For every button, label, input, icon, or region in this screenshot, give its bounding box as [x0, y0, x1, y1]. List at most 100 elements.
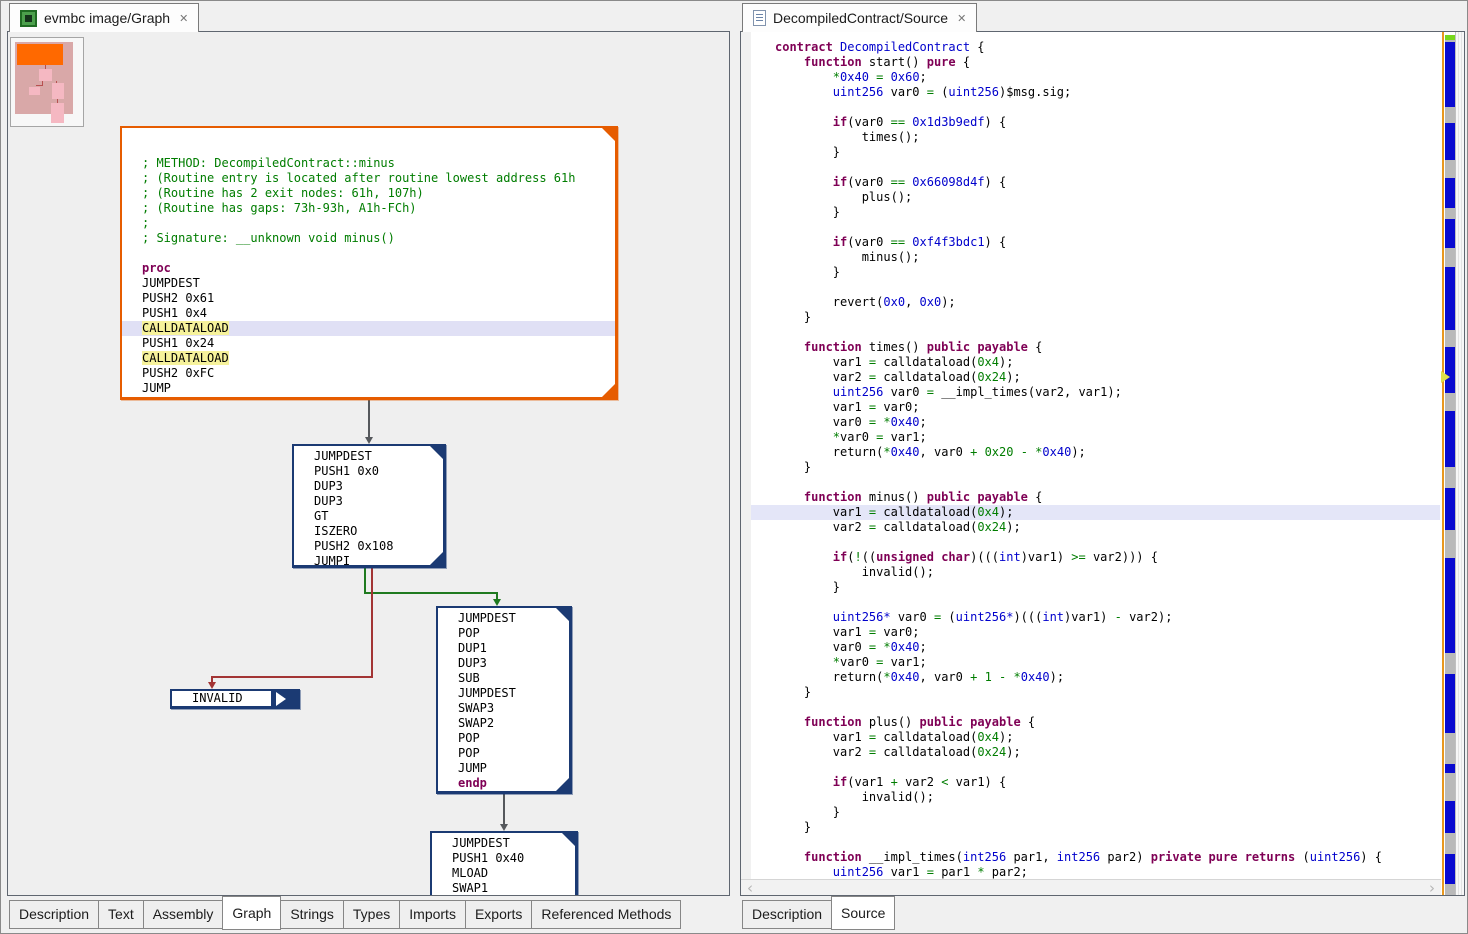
code-line[interactable]: if(var0 == 0xf4f3bdc1) {: [751, 235, 1440, 250]
overview-ruler[interactable]: [1441, 32, 1456, 895]
graph-minimap[interactable]: [10, 37, 84, 127]
code-line[interactable]: uint256 var0 = __impl_times(var2, var1);: [751, 385, 1440, 400]
code-line[interactable]: function times() public payable {: [751, 340, 1440, 355]
tab-graph-view[interactable]: evmbc image/Graph ✕: [9, 3, 199, 32]
graph-block-line: [122, 246, 615, 261]
code-line[interactable]: [751, 475, 1440, 490]
tab-source-view[interactable]: DecompiledContract/Source ✕: [742, 3, 977, 32]
code-line[interactable]: [751, 760, 1440, 775]
code-line[interactable]: [751, 220, 1440, 235]
code-line[interactable]: }: [751, 460, 1440, 475]
code-line[interactable]: var2 = calldataload(0x24);: [751, 745, 1440, 760]
code-line[interactable]: [751, 595, 1440, 610]
graph-block-ret[interactable]: JUMPDESTPUSH1 0x40MLOADSWAP1DUP2: [430, 831, 578, 896]
bottom-tab-types[interactable]: Types: [343, 900, 400, 929]
code-line[interactable]: return(*0x40, var0 + 1 - *0x40);: [751, 670, 1440, 685]
code-line[interactable]: return(*0x40, var0 + 0x20 - *0x40);: [751, 445, 1440, 460]
bottom-tab-description[interactable]: Description: [742, 900, 832, 929]
graph-block-sub[interactable]: JUMPDESTPOPDUP1DUP3SUBJUMPDESTSWAP3SWAP2…: [436, 606, 572, 794]
vertical-scrollbar[interactable]: [1455, 32, 1464, 895]
code-line[interactable]: function plus() public payable {: [751, 715, 1440, 730]
code-line[interactable]: invalid();: [751, 565, 1440, 580]
graph-block-cmp[interactable]: JUMPDESTPUSH1 0x0DUP3DUP3GTISZEROPUSH2 0…: [292, 444, 446, 568]
code-line[interactable]: if(var0 == 0x1d3b9edf) {: [751, 115, 1440, 130]
code-line[interactable]: }: [751, 145, 1440, 160]
code-line[interactable]: if(!((unsigned char)(((int)var1) >= var2…: [751, 550, 1440, 565]
code-line[interactable]: var1 = var0;: [751, 625, 1440, 640]
code-line[interactable]: contract DecompiledContract {: [751, 40, 1440, 55]
code-line[interactable]: function __impl_times(int256 par1, int25…: [751, 850, 1440, 865]
code-line[interactable]: [751, 160, 1440, 175]
minimap-shape: [36, 85, 43, 86]
graph-canvas[interactable]: ; METHOD: DecompiledContract::minus; (Ro…: [8, 32, 729, 895]
bottom-tab-source[interactable]: Source: [831, 896, 895, 930]
code-line[interactable]: var1 = calldataload(0x4);: [751, 355, 1440, 370]
code-line[interactable]: if(var1 + var2 < var1) {: [751, 775, 1440, 790]
code-line[interactable]: times();: [751, 130, 1440, 145]
code-line[interactable]: var2 = calldataload(0x24);: [751, 370, 1440, 385]
code-line[interactable]: revert(0x0, 0x0);: [751, 295, 1440, 310]
code-line[interactable]: uint256 var0 = (uint256)$msg.sig;: [751, 85, 1440, 100]
graph-block-line: JUMPI: [294, 554, 443, 568]
code-line[interactable]: uint256 var1 = par1 * par2;: [751, 865, 1440, 879]
code-line[interactable]: var0 = *0x40;: [751, 640, 1440, 655]
code-line[interactable]: }: [751, 205, 1440, 220]
ruler-blue-mark: [1445, 347, 1455, 393]
code-line[interactable]: function minus() public payable {: [751, 490, 1440, 505]
bottom-tab-referenced-methods[interactable]: Referenced Methods: [531, 900, 681, 929]
horizontal-scrollbar[interactable]: ‹ ›: [741, 879, 1441, 895]
code-line[interactable]: function start() pure {: [751, 55, 1440, 70]
code-line[interactable]: [751, 325, 1440, 340]
graph-block-entry[interactable]: ; METHOD: DecompiledContract::minus; (Ro…: [120, 126, 618, 400]
code-line[interactable]: var1 = var0;: [751, 400, 1440, 415]
graph-block-line: DUP3: [294, 479, 443, 494]
bottom-tab-strings[interactable]: Strings: [280, 900, 344, 929]
bottom-tab-graph[interactable]: Graph: [222, 896, 281, 930]
code-line[interactable]: var1 = calldataload(0x4);: [751, 505, 1440, 520]
app-window: evmbc image/Graph ✕ ; METHOD: Decompiled…: [0, 0, 1468, 934]
source-panel-bottom-tabs: DescriptionSource: [742, 896, 894, 933]
block-fold-corner: [561, 832, 576, 847]
graph-block-line: ; (Routine has gaps: 73h-93h, A1h-FCh): [122, 201, 615, 216]
graph-block-line: ; (Routine has 2 exit nodes: 61h, 107h): [122, 186, 615, 201]
bottom-tab-text[interactable]: Text: [98, 900, 144, 929]
graph-block-line: JUMPDEST: [432, 836, 575, 851]
graph-block-line: PUSH1 0x0: [294, 464, 443, 479]
code-line[interactable]: }: [751, 265, 1440, 280]
code-line[interactable]: }: [751, 820, 1440, 835]
code-line[interactable]: *0x40 = 0x60;: [751, 70, 1440, 85]
close-icon[interactable]: ✕: [179, 12, 188, 25]
code-line[interactable]: *var0 = var1;: [751, 655, 1440, 670]
bottom-tab-imports[interactable]: Imports: [399, 900, 466, 929]
bottom-tab-description[interactable]: Description: [9, 900, 99, 929]
code-line[interactable]: invalid();: [751, 790, 1440, 805]
code-line[interactable]: var1 = calldataload(0x4);: [751, 730, 1440, 745]
graph-block-line: JUMP: [122, 381, 615, 396]
code-line[interactable]: minus();: [751, 250, 1440, 265]
code-line[interactable]: }: [751, 685, 1440, 700]
graph-block-invalid[interactable]: INVALID: [170, 689, 300, 709]
code-line[interactable]: [751, 835, 1440, 850]
code-line[interactable]: }: [751, 805, 1440, 820]
code-line[interactable]: [751, 700, 1440, 715]
code-line[interactable]: [751, 535, 1440, 550]
graph-block-line: JUMPDEST: [294, 449, 443, 464]
code-line[interactable]: uint256* var0 = (uint256*)(((int)var1) -…: [751, 610, 1440, 625]
close-icon[interactable]: ✕: [957, 12, 966, 25]
code-line[interactable]: var2 = calldataload(0x24);: [751, 520, 1440, 535]
bottom-tab-assembly[interactable]: Assembly: [143, 900, 224, 929]
source-code[interactable]: contract DecompiledContract { function s…: [751, 32, 1440, 879]
bottom-tab-exports[interactable]: Exports: [465, 900, 532, 929]
scroll-right-icon[interactable]: ›: [1429, 881, 1435, 895]
minimap-shape: [29, 87, 40, 95]
ruler-blue-mark: [1445, 219, 1455, 248]
code-line[interactable]: [751, 280, 1440, 295]
code-line[interactable]: [751, 100, 1440, 115]
code-line[interactable]: plus();: [751, 190, 1440, 205]
code-line[interactable]: if(var0 == 0x66098d4f) {: [751, 175, 1440, 190]
code-line[interactable]: }: [751, 580, 1440, 595]
code-line[interactable]: }: [751, 310, 1440, 325]
scroll-left-icon[interactable]: ‹: [747, 881, 753, 895]
code-line[interactable]: *var0 = var1;: [751, 430, 1440, 445]
code-line[interactable]: var0 = *0x40;: [751, 415, 1440, 430]
